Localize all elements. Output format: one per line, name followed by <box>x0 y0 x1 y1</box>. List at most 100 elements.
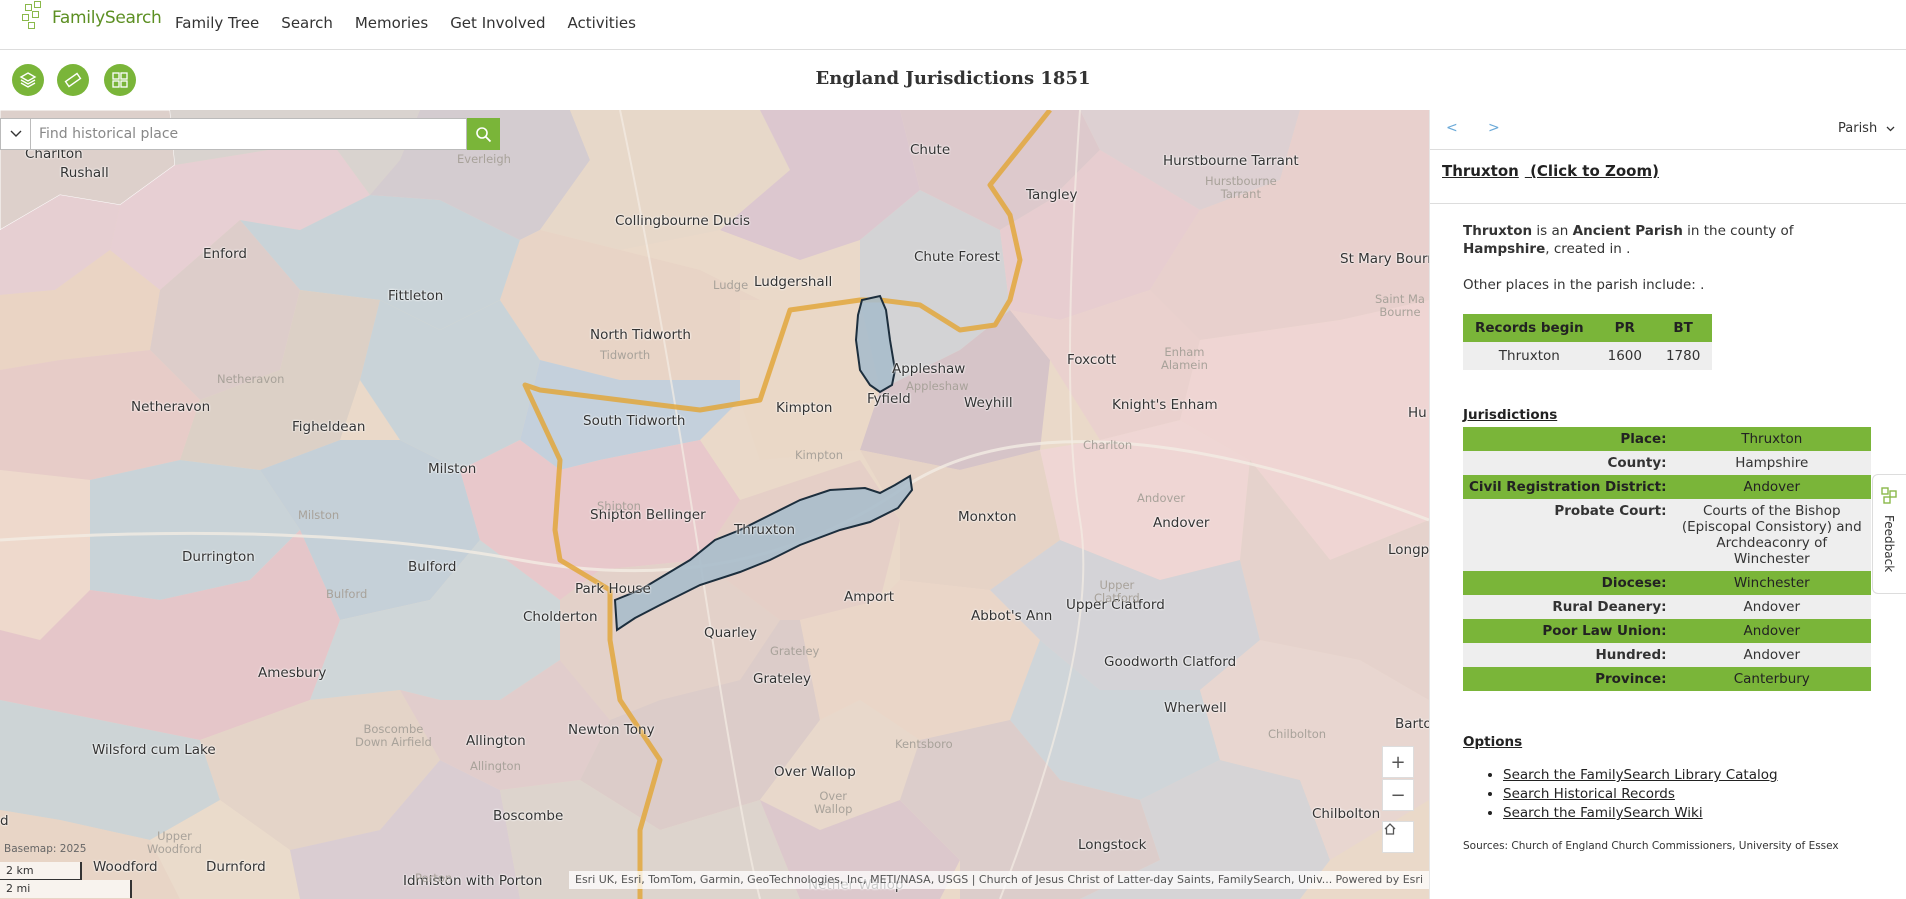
attribution-text: Esri UK, Esri, TomTom, Garmin, GeoTechno… <box>575 873 1333 886</box>
zoom-in-button[interactable]: + <box>1382 746 1414 778</box>
search-button[interactable] <box>467 118 500 150</box>
basemap-label: Hurstbourne Tarrant <box>1205 174 1277 201</box>
search-icon <box>476 126 492 142</box>
search-source-dropdown[interactable] <box>0 118 31 150</box>
historical-records-link[interactable]: Search Historical Records <box>1503 785 1778 804</box>
library-catalog-link[interactable]: Search the FamilySearch Library Catalog <box>1503 766 1778 785</box>
zoom-out-button[interactable]: − <box>1382 779 1414 811</box>
place-name[interactable]: Thruxton <box>1442 162 1519 180</box>
panel-navigation: < > Parish <box>1430 110 1906 150</box>
records-header: Records begin <box>1463 314 1596 342</box>
table-row: County: Hampshire <box>1463 451 1871 475</box>
place-label: Appleshaw <box>892 361 966 377</box>
place-label: Newton Tony <box>568 722 655 738</box>
records-header: PR <box>1595 314 1654 342</box>
nav-memories[interactable]: Memories <box>355 14 428 32</box>
chevron-down-icon <box>10 130 21 137</box>
place-label: Netheravon <box>131 399 211 415</box>
place-label: Hu <box>1408 405 1427 421</box>
place-label: Boscombe <box>493 808 564 824</box>
place-label: Collingbourne Ducis <box>615 213 751 229</box>
place-label: Durnford <box>206 859 266 875</box>
next-button[interactable]: > <box>1488 120 1500 136</box>
basemap-label: Boscombe Down Airfield <box>355 722 432 749</box>
place-label: Goodworth Clatford <box>1104 654 1237 670</box>
jurisdiction-key: Place: <box>1463 427 1673 451</box>
zoom-to-place-link[interactable]: (Click to Zoom) <box>1530 162 1659 180</box>
feedback-tab[interactable]: Feedback <box>1872 474 1906 594</box>
search-input[interactable] <box>31 118 467 150</box>
options-list: Search the FamilySearch Library Catalog … <box>1503 766 1778 823</box>
place-label: Barto <box>1395 716 1429 732</box>
basemap-label: Andover <box>1137 491 1186 505</box>
place-label: Rushall <box>60 165 109 181</box>
nav-search[interactable]: Search <box>281 14 333 32</box>
place-label: Park House <box>575 581 651 597</box>
jurisdiction-value: Andover <box>1672 619 1871 643</box>
jurisdiction-value: Canterbury <box>1672 667 1871 691</box>
place-label: Over Wallop <box>774 764 856 780</box>
scale-km: 2 km <box>0 862 82 880</box>
place-label: St Mary Bourne <box>1340 251 1429 267</box>
jurisdiction-key: Hundred: <box>1463 643 1673 667</box>
basemap-label: Allington <box>470 759 521 773</box>
wiki-link[interactable]: Search the FamilySearch Wiki <box>1503 804 1778 823</box>
table-row: Probate Court: Courts of the Bishop (Epis… <box>1463 499 1871 571</box>
place-label: North Tidworth <box>590 327 691 343</box>
tree-logo-icon <box>1881 487 1897 504</box>
table-row: Province: Canterbury <box>1463 667 1871 691</box>
previous-button[interactable]: < <box>1446 120 1458 136</box>
place-label: Chilbolton <box>1312 806 1381 822</box>
feedback-label: Feedback <box>1882 515 1896 573</box>
basemap-label: Chilbolton <box>1268 727 1327 741</box>
jurisdiction-level-select[interactable]: Parish <box>1838 121 1895 136</box>
home-extent-button[interactable] <box>1382 821 1414 853</box>
place-label: Grateley <box>753 671 811 687</box>
jurisdiction-value: Thruxton <box>1672 427 1871 451</box>
basemap-label: Ludge <box>713 278 749 292</box>
basemap-label: Upper Woodford <box>147 829 202 856</box>
place-label: Tangley <box>1026 187 1078 203</box>
place-label: Quarley <box>704 625 758 641</box>
table-row: Diocese: Winchester <box>1463 571 1871 595</box>
jurisdictions-table: Place: Thruxton County: Hampshire Civil Re… <box>1463 427 1871 691</box>
records-table: Records begin PR BT Thruxton 1600 1780 <box>1463 314 1713 370</box>
place-title[interactable]: Thruxton (Click to Zoom) <box>1442 162 1665 180</box>
place-label: Andover <box>1153 515 1210 531</box>
nav-get-involved[interactable]: Get Involved <box>450 14 545 32</box>
basemap-label: Bulford <box>326 587 368 601</box>
place-label: Hurstbourne Tarrant <box>1163 153 1299 169</box>
basemap-label: Kentsboro <box>895 737 953 751</box>
place-search <box>0 118 500 150</box>
basemap-year: Basemap: 2025 <box>4 843 87 855</box>
place-label: Enford <box>203 246 247 262</box>
desc-county: Hampshire <box>1463 241 1546 257</box>
basemap-label: Netheravon <box>217 372 285 386</box>
jurisdiction-value: Andover <box>1672 643 1871 667</box>
jurisdiction-value: Andover <box>1672 595 1871 619</box>
familysearch-logo[interactable]: FamilySearch <box>22 0 162 36</box>
jurisdiction-value: Courts of the Bishop (Episcopal Consisto… <box>1672 499 1871 571</box>
logo-text: FamilySearch <box>52 8 162 28</box>
place-label: Amport <box>844 589 895 605</box>
place-label: Milston <box>428 461 477 477</box>
nav-family-tree[interactable]: Family Tree <box>175 14 259 32</box>
place-label: Knight's Enham <box>1112 397 1218 413</box>
tree-logo-icon <box>22 1 48 34</box>
place-label: Wilsford cum Lake <box>92 742 216 758</box>
jurisdiction-key: Civil Registration District: <box>1463 475 1673 499</box>
place-label: South Tidworth <box>583 413 686 429</box>
nav-activities[interactable]: Activities <box>567 14 635 32</box>
place-label: Figheldean <box>292 419 366 435</box>
place-label: Longstock <box>1078 837 1147 853</box>
jurisdiction-key: Province: <box>1463 667 1673 691</box>
basemap-label: Porton <box>415 871 453 885</box>
place-label: Wherwell <box>1164 700 1227 716</box>
place-label: Fyfield <box>867 391 911 407</box>
powered-by-esri[interactable]: Powered by Esri <box>1335 873 1423 887</box>
desc-type: Ancient Parish <box>1572 223 1683 239</box>
table-row: Hundred: Andover <box>1463 643 1871 667</box>
map-view[interactable]: Charlton Rushall Enford Fittleton Netheravon… <box>0 110 1429 899</box>
basemap-label: Milston <box>298 508 340 522</box>
main-menu: Family Tree Search Memories Get Involved… <box>175 14 658 32</box>
